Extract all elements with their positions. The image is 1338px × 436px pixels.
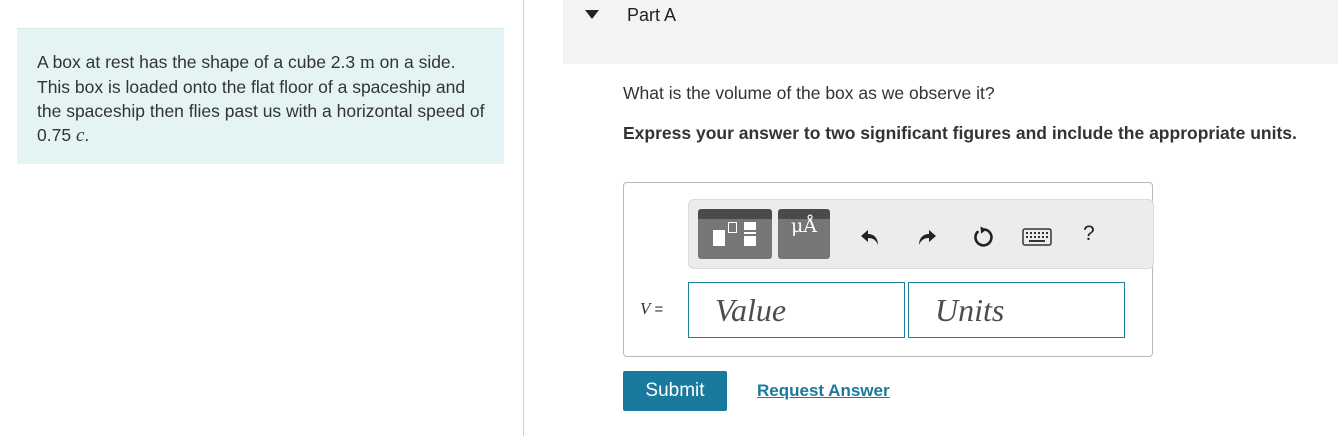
math-toolbar: μÅ ?: [688, 199, 1154, 269]
undo-icon[interactable]: [855, 222, 885, 252]
unit-m: m: [360, 52, 375, 73]
problem-panel: A box at rest has the shape of a cube 2.…: [17, 28, 504, 164]
keyboard-icon[interactable]: [1021, 222, 1053, 252]
problem-statement: A box at rest has the shape of a cube 2.…: [37, 50, 492, 148]
request-answer-link[interactable]: Request Answer: [757, 381, 890, 401]
answer-box: μÅ ? V =: [623, 182, 1154, 357]
equals-sign: =: [650, 301, 664, 318]
part-header[interactable]: Part A: [563, 0, 1338, 64]
redo-icon[interactable]: [912, 222, 942, 252]
part-title: Part A: [627, 5, 677, 25]
caret-down-icon[interactable]: [585, 10, 599, 19]
reset-icon[interactable]: [968, 222, 998, 252]
help-icon[interactable]: ?: [1083, 222, 1095, 246]
units-icon[interactable]: μÅ: [778, 209, 830, 259]
answer-instructions: Express your answer to two significant f…: [623, 123, 1297, 143]
problem-text-1: A box at rest has the shape of a cube 2.…: [37, 52, 360, 72]
variable-symbol: V: [640, 299, 651, 318]
problem-period: .: [84, 125, 90, 145]
variable-label: V =: [640, 299, 663, 319]
submit-button[interactable]: Submit: [623, 371, 727, 411]
units-glyph: μÅ: [790, 215, 818, 237]
units-input[interactable]: [908, 282, 1125, 338]
templates-icon[interactable]: [698, 209, 772, 259]
value-input[interactable]: [688, 282, 905, 338]
question-text: What is the volume of the box as we obse…: [623, 83, 995, 103]
column-divider: [523, 0, 524, 436]
